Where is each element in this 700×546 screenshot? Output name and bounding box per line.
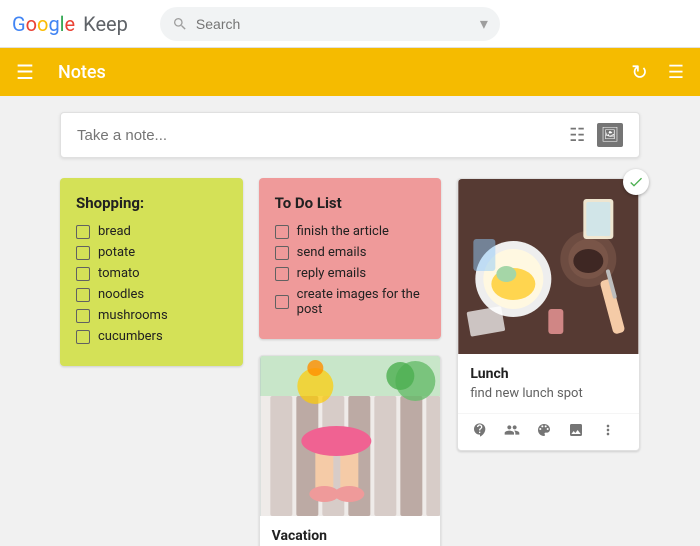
checkbox[interactable] xyxy=(76,309,90,323)
lunch-note-body: Lunch find new lunch spot xyxy=(458,354,639,413)
image-add-icon[interactable]: 🖼 xyxy=(597,123,623,147)
item-label: finish the article xyxy=(297,224,389,239)
list-item: tomato xyxy=(76,266,227,281)
shopping-note-title: Shopping: xyxy=(76,194,227,212)
lunch-note-text: find new lunch spot xyxy=(470,386,627,401)
notes-column-1: Shopping: bread potate tomato xyxy=(60,178,243,366)
todo-note: To Do List finish the article send email… xyxy=(259,178,442,339)
item-label: potate xyxy=(98,245,135,260)
toolbar: ☰ Notes ↻ ☰ xyxy=(0,48,700,96)
vacation-note: Vacation plan my next vacation xyxy=(259,355,442,546)
reminder-icon[interactable] xyxy=(466,418,494,446)
new-note-input[interactable] xyxy=(77,127,565,144)
todo-checklist: finish the article send emails reply ema… xyxy=(275,224,426,317)
checkbox[interactable] xyxy=(275,225,289,239)
item-label: mushrooms xyxy=(98,308,168,323)
shopping-checklist: bread potate tomato noodles xyxy=(76,224,227,344)
search-input[interactable] xyxy=(196,16,472,32)
vacation-note-body: Vacation plan my next vacation xyxy=(260,516,441,546)
search-icon xyxy=(172,16,188,32)
checkbox[interactable] xyxy=(76,267,90,281)
item-label: create images for the post xyxy=(297,287,426,317)
refresh-icon[interactable]: ↻ xyxy=(631,60,648,84)
checkbox[interactable] xyxy=(76,246,90,260)
list-item: cucumbers xyxy=(76,329,227,344)
checkbox[interactable] xyxy=(275,295,289,309)
note-selected-check[interactable] xyxy=(623,169,649,195)
checkbox[interactable] xyxy=(76,288,90,302)
list-item: reply emails xyxy=(275,266,426,281)
checkbox[interactable] xyxy=(76,330,90,344)
lunch-note-title: Lunch xyxy=(470,366,627,382)
new-note-bar: ☷ 🖼 xyxy=(60,112,640,158)
toolbar-actions: ↻ ☰ xyxy=(631,60,684,84)
checkmark-icon xyxy=(628,174,644,190)
list-item: potate xyxy=(76,245,227,260)
list-item: bread xyxy=(76,224,227,239)
item-label: bread xyxy=(98,224,131,239)
checkbox[interactable] xyxy=(275,246,289,260)
search-dropdown-arrow[interactable]: ▾ xyxy=(480,14,488,33)
google-logo-text: Google xyxy=(12,12,75,36)
notes-column-3: Lunch find new lunch spot xyxy=(457,178,640,451)
lunch-note-image xyxy=(458,179,639,354)
checkbox[interactable] xyxy=(76,225,90,239)
new-note-icons: ☷ 🖼 xyxy=(565,121,623,150)
grid-icon[interactable]: ☰ xyxy=(668,62,684,83)
list-view-icon[interactable]: ☷ xyxy=(565,121,589,150)
checkbox[interactable] xyxy=(275,267,289,281)
item-label: noodles xyxy=(98,287,144,302)
more-options-icon[interactable] xyxy=(594,418,622,446)
todo-note-title: To Do List xyxy=(275,194,426,212)
item-label: send emails xyxy=(297,245,367,260)
collaborator-icon[interactable] xyxy=(498,418,526,446)
lunch-note: Lunch find new lunch spot xyxy=(457,178,640,451)
notes-grid: Shopping: bread potate tomato xyxy=(60,178,640,546)
list-item: noodles xyxy=(76,287,227,302)
notes-column-2: To Do List finish the article send email… xyxy=(259,178,442,546)
keep-logo-text: Keep xyxy=(83,12,128,36)
item-label: tomato xyxy=(98,266,140,281)
vacation-note-title: Vacation xyxy=(272,528,429,544)
list-item: send emails xyxy=(275,245,426,260)
lunch-scene-svg xyxy=(458,179,639,354)
list-item: create images for the post xyxy=(275,287,426,317)
main-content: ☷ 🖼 Shopping: bread potate xyxy=(0,96,700,546)
list-item: finish the article xyxy=(275,224,426,239)
list-item: mushrooms xyxy=(76,308,227,323)
shopping-note: Shopping: bread potate tomato xyxy=(60,178,243,366)
image-icon[interactable] xyxy=(562,418,590,446)
menu-icon[interactable]: ☰ xyxy=(16,60,34,84)
top-nav: Google Keep ▾ xyxy=(0,0,700,48)
item-label: cucumbers xyxy=(98,329,163,344)
note-actions xyxy=(458,413,639,450)
app-logo: Google Keep xyxy=(12,12,128,36)
search-bar[interactable]: ▾ xyxy=(160,7,500,41)
item-label: reply emails xyxy=(297,266,366,281)
vacation-scene-svg xyxy=(260,356,441,516)
color-palette-icon[interactable] xyxy=(530,418,558,446)
vacation-note-image xyxy=(260,356,441,516)
toolbar-title: Notes xyxy=(58,62,619,83)
